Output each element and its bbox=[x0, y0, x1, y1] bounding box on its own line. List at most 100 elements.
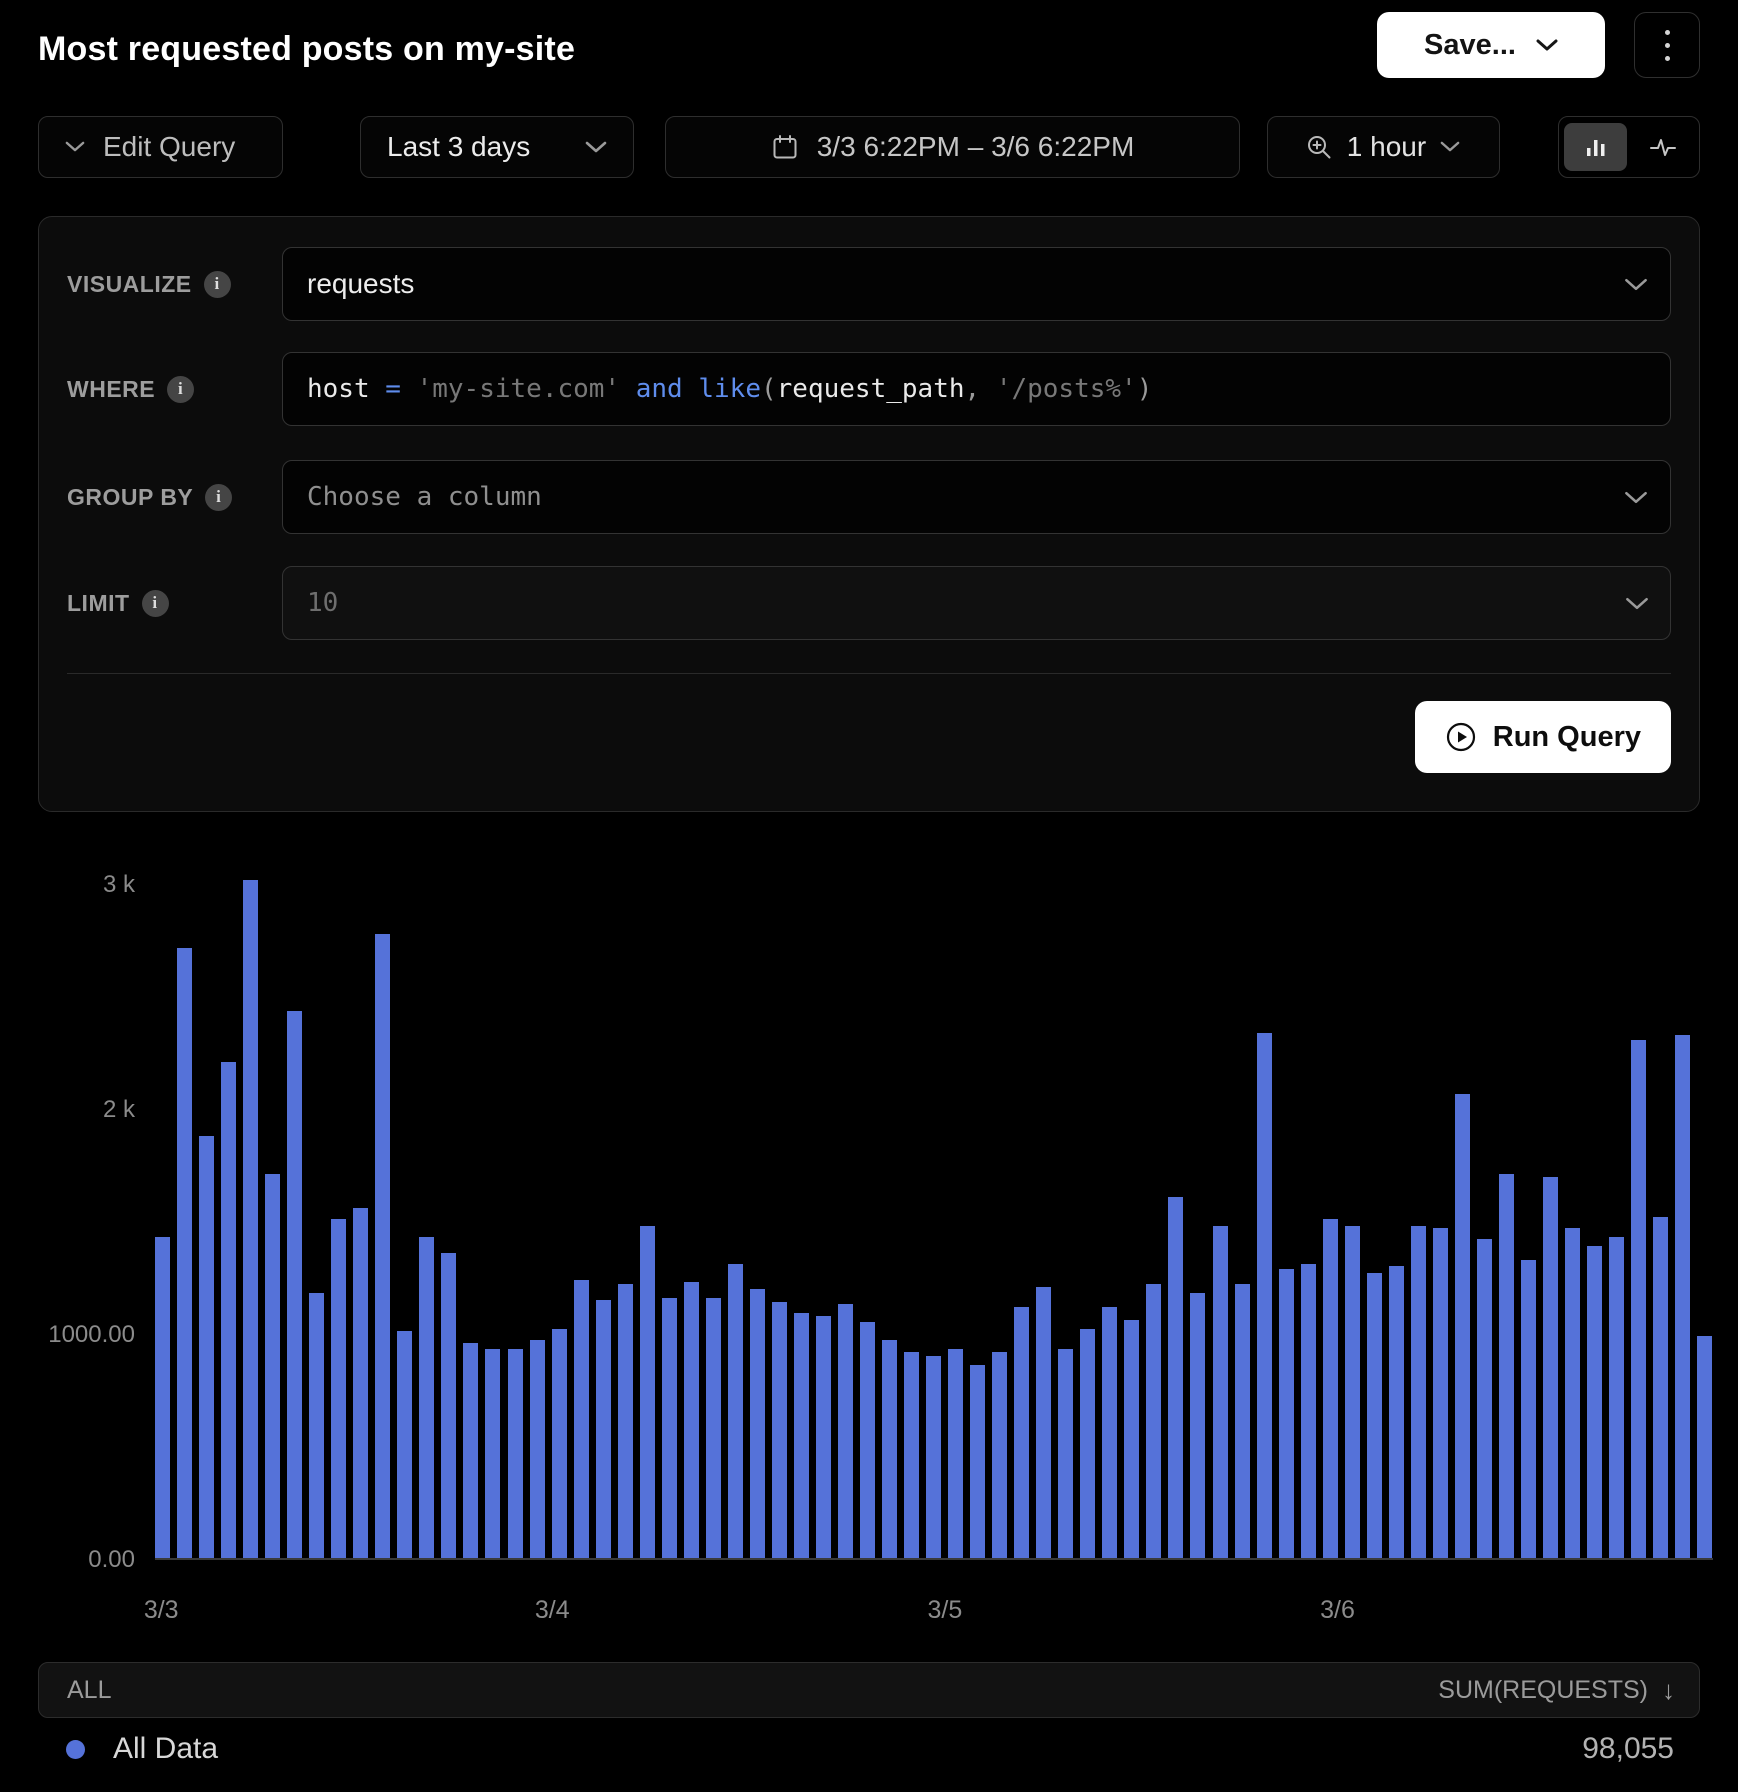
chart-bar bbox=[1036, 1287, 1051, 1558]
visualize-label-group: VISUALIZE i bbox=[67, 271, 282, 298]
edit-query-toggle[interactable]: Edit Query bbox=[38, 116, 283, 178]
chart-bar bbox=[441, 1253, 456, 1558]
requests-bar-chart: 3 k2 k1000.000.00 3/33/43/53/6 bbox=[0, 860, 1738, 1650]
toolbar: Edit Query Last 3 days 3/3 6:22PM – 3/6 … bbox=[38, 116, 1700, 178]
column-header-all: ALL bbox=[67, 1676, 111, 1705]
chart-bar bbox=[1279, 1269, 1294, 1558]
where-label-group: WHERE i bbox=[67, 376, 282, 403]
chart-bar bbox=[508, 1349, 523, 1558]
limit-label: LIMIT bbox=[67, 590, 130, 617]
more-options-button[interactable] bbox=[1634, 12, 1700, 78]
chart-bar bbox=[1477, 1239, 1492, 1558]
kebab-dot bbox=[1665, 43, 1670, 48]
chart-bar bbox=[596, 1300, 611, 1558]
chart-bar bbox=[530, 1340, 545, 1558]
info-icon[interactable]: i bbox=[204, 271, 231, 298]
info-icon[interactable]: i bbox=[205, 484, 232, 511]
chevron-down-icon bbox=[1624, 277, 1646, 291]
chart-bar bbox=[1411, 1226, 1426, 1558]
chart-bar bbox=[882, 1340, 897, 1558]
chart-bar bbox=[1609, 1237, 1624, 1558]
group-by-label-group: GROUP BY i bbox=[67, 484, 282, 511]
chart-bar bbox=[926, 1356, 941, 1558]
x-axis-tick-label: 3/4 bbox=[535, 1596, 570, 1625]
chart-bar bbox=[331, 1219, 346, 1558]
where-expression-input[interactable]: host = 'my-site.com' and like(request_pa… bbox=[282, 352, 1671, 426]
column-header-sum-requests[interactable]: SUM(REQUESTS) ↓ bbox=[1438, 1675, 1675, 1706]
y-axis-tick-label: 2 k bbox=[103, 1096, 135, 1124]
chart-bar bbox=[1653, 1217, 1668, 1558]
time-range-dropdown[interactable]: Last 3 days bbox=[360, 116, 634, 178]
play-icon bbox=[1445, 721, 1477, 753]
chart-bar bbox=[1323, 1219, 1338, 1558]
chart-bar bbox=[1499, 1174, 1514, 1558]
edit-query-label: Edit Query bbox=[103, 131, 235, 163]
x-axis-tick-label: 3/3 bbox=[144, 1596, 179, 1625]
chart-bar bbox=[860, 1322, 875, 1558]
chart-bar bbox=[992, 1352, 1007, 1558]
group-by-placeholder: Choose a column bbox=[307, 482, 542, 512]
chart-bar bbox=[1213, 1226, 1228, 1558]
series-sum-value: 98,055 bbox=[1582, 1732, 1674, 1766]
chart-bar bbox=[463, 1343, 478, 1558]
series-name: All Data bbox=[113, 1732, 218, 1766]
chart-bar bbox=[309, 1293, 324, 1558]
chart-bar bbox=[1565, 1228, 1580, 1558]
date-range-label: 3/3 6:22PM – 3/6 6:22PM bbox=[817, 131, 1135, 163]
bar-chart-icon bbox=[1582, 133, 1610, 161]
chart-bar bbox=[419, 1237, 434, 1558]
chart-bar bbox=[1367, 1273, 1382, 1558]
chart-bar bbox=[1124, 1320, 1139, 1558]
info-icon[interactable]: i bbox=[167, 376, 194, 403]
chevron-down-icon bbox=[585, 140, 607, 154]
chart-bar bbox=[1146, 1284, 1161, 1558]
bar-chart-toggle[interactable] bbox=[1564, 123, 1627, 171]
granularity-label: 1 hour bbox=[1347, 131, 1426, 163]
date-range-picker[interactable]: 3/3 6:22PM – 3/6 6:22PM bbox=[665, 116, 1240, 178]
chart-bar bbox=[199, 1136, 214, 1558]
chart-bar bbox=[904, 1352, 919, 1558]
y-axis-tick-label: 0.00 bbox=[88, 1546, 135, 1574]
visualize-row: VISUALIZE i requests bbox=[67, 247, 1671, 321]
chart-bar bbox=[1521, 1260, 1536, 1558]
chart-bar bbox=[1080, 1329, 1095, 1558]
info-icon[interactable]: i bbox=[142, 590, 169, 617]
chart-bar bbox=[1543, 1177, 1558, 1558]
chart-bar bbox=[640, 1226, 655, 1558]
chart-bar bbox=[948, 1349, 963, 1558]
chevron-down-icon bbox=[1536, 38, 1558, 52]
calendar-icon bbox=[771, 133, 799, 161]
group-by-label: GROUP BY bbox=[67, 484, 193, 511]
chart-bar bbox=[1455, 1094, 1470, 1558]
save-button[interactable]: Save... bbox=[1377, 12, 1605, 78]
run-query-label: Run Query bbox=[1493, 721, 1641, 754]
limit-label-group: LIMIT i bbox=[67, 590, 282, 617]
run-query-button[interactable]: Run Query bbox=[1415, 701, 1671, 773]
chart-bar bbox=[1058, 1349, 1073, 1558]
chevron-down-icon bbox=[1625, 596, 1647, 610]
granularity-dropdown[interactable]: 1 hour bbox=[1267, 116, 1500, 178]
chart-bar bbox=[706, 1298, 721, 1558]
chart-bars[interactable] bbox=[155, 860, 1713, 1560]
chart-bar bbox=[1433, 1228, 1448, 1558]
chevron-down-icon bbox=[1440, 140, 1462, 154]
group-by-select[interactable]: Choose a column bbox=[282, 460, 1671, 534]
chart-bar bbox=[1190, 1293, 1205, 1558]
chart-bar bbox=[970, 1365, 985, 1558]
line-chart-toggle[interactable] bbox=[1631, 123, 1694, 171]
chart-bar bbox=[243, 880, 258, 1558]
where-label: WHERE bbox=[67, 376, 155, 403]
chart-type-toggle bbox=[1558, 116, 1700, 178]
panel-divider bbox=[67, 673, 1671, 674]
query-panel: VISUALIZE i requests WHERE i host = 'my-… bbox=[38, 216, 1700, 812]
table-row-all-data[interactable]: All Data 98,055 bbox=[38, 1718, 1700, 1780]
sort-desc-icon: ↓ bbox=[1662, 1675, 1675, 1706]
results-table-header: ALL SUM(REQUESTS) ↓ bbox=[38, 1662, 1700, 1718]
chart-bar bbox=[728, 1264, 743, 1558]
limit-input[interactable] bbox=[282, 566, 1671, 640]
y-axis-tick-label: 3 k bbox=[103, 871, 135, 899]
chart-bar bbox=[618, 1284, 633, 1558]
chart-bar bbox=[1102, 1307, 1117, 1558]
visualize-select[interactable]: requests bbox=[282, 247, 1671, 321]
save-button-label: Save... bbox=[1424, 29, 1516, 62]
